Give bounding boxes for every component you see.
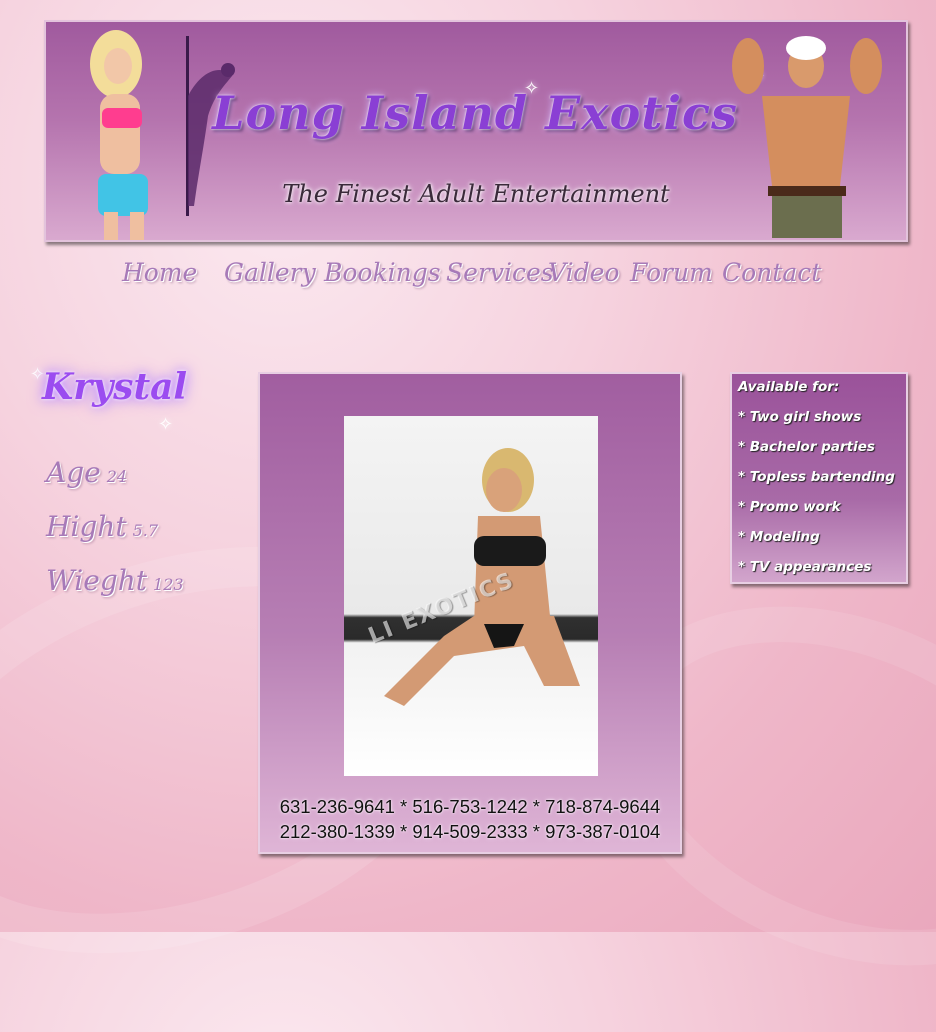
site-tagline: The Finest Adult Entertainment [282, 180, 670, 208]
site-title: Long Island Exotics [212, 86, 738, 140]
nav-contact[interactable]: Contact [722, 258, 821, 287]
sparkle-icon: ✧ [524, 78, 540, 99]
model-girl-image [90, 30, 148, 240]
stat-value: 24 [106, 467, 128, 486]
nav-services[interactable]: Services [446, 258, 554, 287]
profile-name: Krystal [42, 366, 188, 408]
header-banner: Long Island Exotics The Finest Adult Ent… [44, 20, 908, 242]
availability-item: * TV appearances [738, 559, 872, 575]
stat-age: Age 24 [46, 456, 127, 489]
nav-video[interactable]: Video [548, 258, 619, 287]
nav-home[interactable]: Home [122, 258, 197, 287]
stat-value: 5.7 [132, 521, 159, 540]
nav-gallery[interactable]: Gallery [224, 258, 316, 287]
availability-title: Available for: [738, 379, 840, 395]
phone-line-1: 631-236-9641 * 516-753-1242 * 718-874-96… [279, 796, 661, 817]
main-nav: Home Gallery Bookings Services Video For… [118, 258, 821, 308]
stat-label: Wieght [46, 564, 148, 597]
model-man-image [732, 36, 882, 238]
stat-label: Age [46, 456, 101, 489]
availability-item: * Two girl shows [738, 409, 862, 425]
stat-height: Hight 5.7 [46, 510, 158, 543]
photo-panel: LI EXOTICS 631-236-9641 * 516-753-1242 *… [258, 372, 682, 854]
stat-weight: Wieght 123 [46, 564, 184, 597]
phone-line-2: 212-380-1339 * 914-509-2333 * 973-387-01… [279, 821, 661, 842]
availability-item: * Promo work [738, 499, 841, 515]
sparkle-icon: ✧ [158, 414, 174, 435]
profile-photo[interactable]: LI EXOTICS [344, 416, 598, 776]
nav-bookings[interactable]: Bookings [324, 258, 441, 287]
stat-label: Hight [46, 510, 127, 543]
availability-item: * Bachelor parties [738, 439, 875, 455]
nav-forum[interactable]: Forum [630, 258, 713, 287]
stat-value: 123 [153, 575, 184, 594]
phone-numbers: 631-236-9641 * 516-753-1242 * 718-874-96… [260, 794, 680, 844]
availability-item: * Topless bartending [738, 469, 895, 485]
availability-item: * Modeling [738, 529, 820, 545]
availability-box: Available for: * Two girl shows * Bachel… [730, 372, 908, 584]
